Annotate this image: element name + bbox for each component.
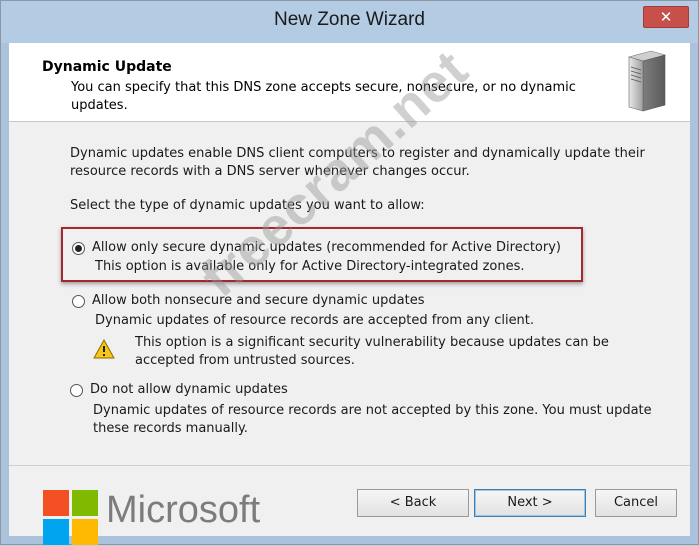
next-button[interactable]: Next > bbox=[474, 489, 586, 517]
wizard-window: New Zone Wizard ✕ Dynamic Update You can… bbox=[0, 0, 699, 545]
radio-nonsecure-and-secure[interactable] bbox=[72, 295, 85, 308]
option-secure-only-description: This option is available only for Active… bbox=[95, 259, 525, 274]
intro-text-line2: resource records with a DNS server whene… bbox=[70, 164, 470, 179]
footer-divider bbox=[9, 465, 690, 466]
back-button[interactable]: < Back bbox=[357, 489, 469, 517]
close-icon: ✕ bbox=[659, 8, 673, 26]
option-nonsecure-description: Dynamic updates of resource records are … bbox=[95, 313, 535, 328]
close-button[interactable]: ✕ bbox=[643, 6, 689, 28]
warning-icon bbox=[93, 339, 115, 359]
wizard-header: Dynamic Update You can specify that this… bbox=[9, 43, 690, 122]
cancel-button[interactable]: Cancel bbox=[595, 489, 677, 517]
page-description: You can specify that this DNS zone accep… bbox=[71, 80, 576, 113]
option-secure-only-label[interactable]: Allow only secure dynamic updates (recom… bbox=[92, 239, 561, 257]
option-no-updates-description-line1: Dynamic updates of resource records are … bbox=[93, 403, 652, 418]
title-bar[interactable]: New Zone Wizard ✕ bbox=[1, 1, 698, 43]
server-icon bbox=[627, 50, 667, 112]
radio-no-updates[interactable] bbox=[70, 384, 83, 397]
option-nonsecure-label[interactable]: Allow both nonsecure and secure dynamic … bbox=[92, 292, 425, 310]
select-prompt: Select the type of dynamic updates you w… bbox=[70, 198, 425, 213]
wizard-body: Dynamic Update You can specify that this… bbox=[9, 39, 690, 545]
warning-text-line1: This option is a significant security vu… bbox=[135, 335, 609, 350]
page-title: Dynamic Update bbox=[42, 59, 172, 75]
microsoft-wordmark: Microsoft bbox=[106, 489, 261, 531]
intro-text-line1: Dynamic updates enable DNS client comput… bbox=[70, 146, 645, 161]
microsoft-logo-icon bbox=[43, 490, 99, 546]
window-title: New Zone Wizard bbox=[274, 9, 425, 30]
option-no-updates-label[interactable]: Do not allow dynamic updates bbox=[90, 381, 288, 399]
option-no-updates-description-line2: these records manually. bbox=[93, 421, 248, 436]
warning-text-line2: accepted from untrusted sources. bbox=[135, 353, 355, 368]
radio-secure-only[interactable] bbox=[72, 242, 85, 255]
